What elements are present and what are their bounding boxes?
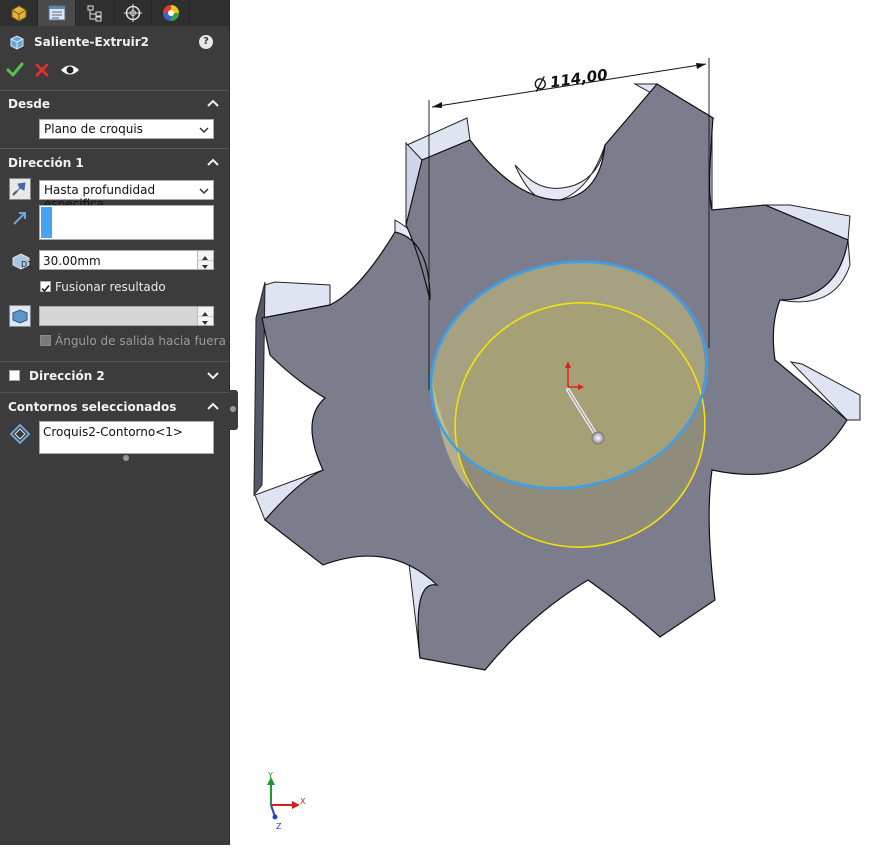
start-condition-value: Plano de croquis	[44, 122, 143, 136]
display-manager-icon	[162, 5, 179, 21]
direction2-checkbox[interactable]	[9, 370, 20, 381]
section-desde-title: Desde	[8, 97, 50, 111]
axis-z-label: Z	[276, 822, 282, 831]
chevron-down-icon	[199, 188, 209, 195]
direction-arrow-icon	[13, 212, 26, 225]
section-desde-header[interactable]: Desde	[8, 95, 221, 113]
draft-angle-input[interactable]	[39, 306, 214, 326]
draft-icon	[12, 309, 28, 324]
tab-property-manager[interactable]	[38, 0, 76, 26]
axis-x-label: X	[300, 797, 306, 806]
draft-toggle-button[interactable]	[9, 305, 31, 327]
action-buttons	[6, 60, 80, 80]
depth-icon: D1	[12, 253, 32, 270]
property-manager-panel: Saliente-Extruir2 ? Desde Plano de croqu…	[0, 0, 238, 845]
manager-tabs	[0, 0, 229, 26]
contour-icon	[9, 423, 31, 445]
merge-result-label: Fusionar resultado	[55, 280, 166, 294]
tab-configuration-manager[interactable]	[76, 0, 114, 26]
boss-extrude-icon	[10, 35, 24, 50]
ok-check-icon[interactable]	[6, 62, 24, 78]
resize-grip[interactable]	[123, 455, 129, 461]
separator	[0, 361, 229, 362]
draft-spinner[interactable]	[197, 307, 213, 325]
preview-eye-icon[interactable]	[60, 63, 80, 77]
direction-reference-field[interactable]	[39, 205, 214, 240]
graphics-viewport[interactable]: 114,00 Y X Z	[230, 0, 888, 845]
section-direccion1-header[interactable]: Dirección 1	[8, 154, 221, 172]
chevron-down-icon	[199, 127, 209, 134]
axis-y-label: Y	[267, 771, 273, 780]
section-contornos-header[interactable]: Contornos seleccionados	[8, 398, 221, 416]
separator	[0, 90, 229, 91]
tab-display-manager[interactable]	[152, 0, 190, 26]
chevron-up-icon[interactable]	[207, 98, 219, 108]
chevron-up-icon[interactable]	[207, 157, 219, 167]
spin-down-icon[interactable]	[198, 263, 212, 272]
property-manager-icon	[48, 5, 65, 21]
model-canvas[interactable]: 114,00 Y X Z	[230, 0, 888, 845]
feature-manager-icon	[11, 5, 26, 22]
depth-value: 30.00mm	[43, 254, 101, 268]
depth-spinner[interactable]	[197, 251, 213, 269]
selection-highlight	[41, 207, 52, 238]
tab-feature-manager[interactable]	[0, 0, 38, 26]
triad-axis-indicator: Y X Z	[267, 771, 306, 831]
tab-dimxpert-manager[interactable]	[114, 0, 152, 26]
separator	[0, 392, 229, 393]
reverse-direction-button[interactable]	[9, 178, 31, 200]
feature-header: Saliente-Extruir2 ?	[8, 32, 221, 52]
checkmark-icon	[41, 285, 50, 293]
dimension-value[interactable]: 114,00	[549, 66, 609, 92]
draft-outward-checkbox[interactable]	[40, 335, 51, 346]
section-direccion2-header[interactable]: Dirección 2	[29, 367, 221, 385]
separator	[0, 148, 229, 149]
merge-result-checkbox[interactable]	[40, 281, 51, 293]
section-direccion1-title: Dirección 1	[8, 156, 84, 170]
svg-text:D1: D1	[21, 260, 32, 269]
spin-down-icon[interactable]	[198, 319, 212, 328]
end-condition-select[interactable]: Hasta profundidad especifica	[39, 180, 214, 211]
dimxpert-manager-icon	[123, 4, 142, 22]
reverse-direction-icon	[12, 182, 26, 196]
section-direccion2-title: Dirección 2	[29, 369, 105, 383]
feature-title: Saliente-Extruir2	[34, 35, 150, 49]
configuration-manager-icon	[87, 5, 101, 22]
contour-item[interactable]: Croquis2-Contorno<1>	[43, 425, 183, 439]
start-condition-select[interactable]: Plano de croquis	[39, 119, 214, 139]
section-contornos-title: Contornos seleccionados	[8, 400, 177, 414]
selected-contours-list[interactable]: Croquis2-Contorno<1>	[39, 421, 214, 454]
chevron-up-icon[interactable]	[207, 401, 219, 411]
help-icon[interactable]: ?	[199, 35, 213, 49]
chevron-down-icon[interactable]	[207, 370, 219, 380]
draft-outward-label: Ángulo de salida hacia fuera	[55, 334, 226, 348]
depth-input[interactable]: 30.00mm	[39, 250, 214, 270]
cancel-x-icon[interactable]	[34, 62, 50, 78]
